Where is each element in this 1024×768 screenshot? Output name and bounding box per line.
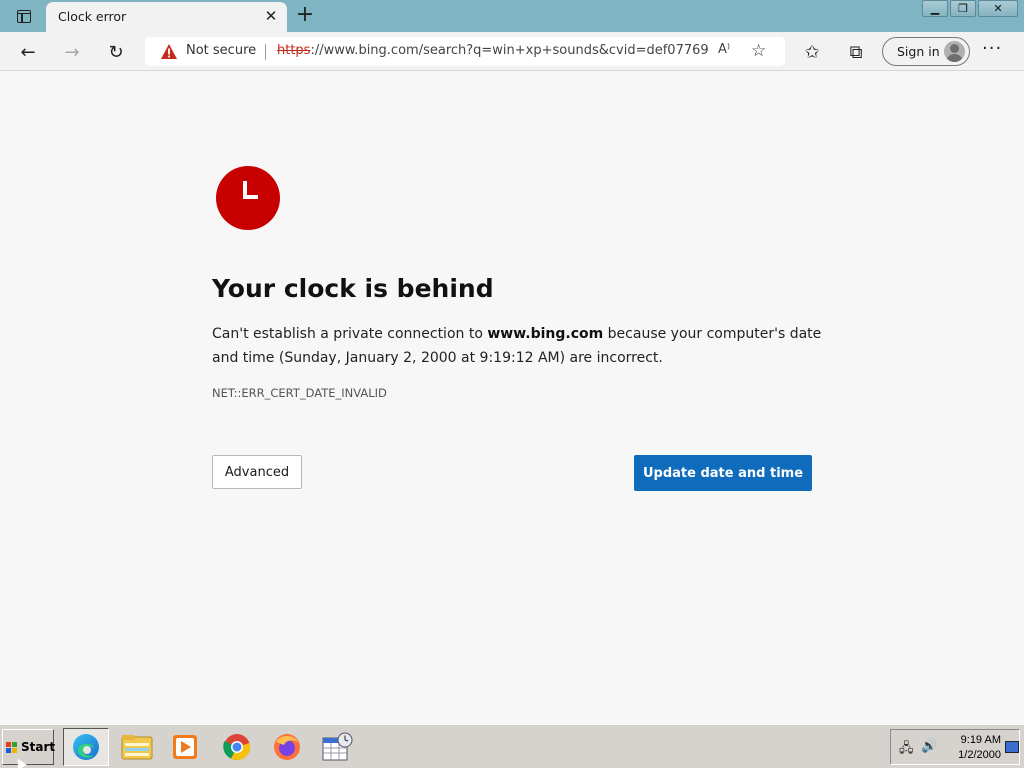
more-menu-icon[interactable]: ···	[982, 38, 1002, 59]
page-title: Your clock is behind	[212, 274, 494, 303]
minimize-button[interactable]: ▁	[922, 0, 948, 17]
taskbar-chrome[interactable]	[214, 728, 260, 766]
firefox-icon	[274, 734, 300, 760]
error-description: Can't establish a private connection to …	[212, 326, 822, 366]
taskbar-explorer[interactable]	[114, 728, 160, 766]
explorer-icon	[121, 735, 153, 760]
clock[interactable]: 9:19 AM 1/2/2000	[951, 733, 1001, 763]
new-tab-button[interactable]: +	[293, 4, 317, 28]
error-page: Your clock is behind Can't establish a p…	[0, 72, 1024, 724]
read-aloud-icon[interactable]: A⁾	[718, 42, 730, 57]
tab-clock-error[interactable]: Clock error ✕	[46, 2, 287, 32]
add-favorite-icon[interactable]: ☆	[751, 41, 766, 61]
back-button[interactable]: ←	[14, 38, 42, 66]
address-bar[interactable]: Not secure https://www.bing.com/search?q…	[145, 37, 785, 66]
taskbar-media-player[interactable]	[162, 728, 208, 766]
clock-date: 1/2/2000	[958, 749, 1001, 761]
restore-button[interactable]: ❐	[950, 0, 976, 17]
security-label[interactable]: Not secure	[186, 43, 256, 58]
system-tray: 🖧 🔊 9:19 AM 1/2/2000	[890, 729, 1020, 765]
volume-icon[interactable]: 🔊	[921, 739, 937, 754]
url-text[interactable]: https://www.bing.com/search?q=win+xp+sou…	[277, 43, 709, 58]
warning-icon[interactable]	[161, 44, 177, 59]
media-player-icon	[173, 735, 197, 759]
avatar	[944, 41, 965, 62]
tab-actions-icon[interactable]	[8, 4, 40, 28]
error-code: NET::ERR_CERT_DATE_INVALID	[212, 386, 387, 400]
address-separator	[265, 44, 266, 60]
start-button[interactable]: Start	[2, 729, 56, 765]
taskbar-edge[interactable]	[63, 728, 109, 766]
tab-strip: Clock error ✕ + ▁ ❐ ✕	[0, 0, 1024, 32]
sign-in-label: Sign in	[897, 44, 940, 59]
taskbar-calendar-clock[interactable]	[314, 728, 360, 766]
tab-close-icon[interactable]: ✕	[263, 8, 279, 24]
tab-title: Clock error	[58, 9, 127, 24]
chrome-icon	[223, 734, 251, 761]
favorites-icon[interactable]: ✩	[798, 38, 826, 66]
refresh-button[interactable]: ↻	[102, 38, 130, 66]
sign-in-button[interactable]: Sign in	[882, 37, 970, 66]
windows-logo-icon	[6, 742, 18, 754]
network-icon[interactable]: 🖧	[899, 739, 914, 761]
error-domain: www.bing.com	[487, 326, 604, 342]
clock-icon	[216, 166, 280, 230]
update-date-time-button[interactable]: Update date and time	[634, 455, 812, 491]
advanced-button[interactable]: Advanced	[212, 455, 302, 489]
taskbar: Start 🖧 🔊 9:19 AM 1/2/2000	[0, 724, 1024, 768]
browser-toolbar: ← → ↻ Not secure https://www.bing.com/se…	[0, 32, 1024, 71]
show-desktop-icon[interactable]	[1005, 741, 1019, 753]
edge-icon	[73, 734, 99, 760]
close-window-button[interactable]: ✕	[978, 0, 1018, 17]
url-scheme: https	[277, 43, 311, 58]
url-rest: ://www.bing.com/search?q=win+xp+sounds&c…	[310, 43, 709, 58]
window-controls: ▁ ❐ ✕	[922, 0, 1018, 18]
calendar-clock-icon	[322, 732, 353, 761]
forward-button[interactable]: →	[58, 38, 86, 66]
taskbar-firefox[interactable]	[264, 728, 310, 766]
start-label: Start	[21, 740, 56, 754]
clock-time: 9:19 AM	[960, 734, 1001, 746]
collections-icon[interactable]: ⧉	[842, 38, 870, 66]
